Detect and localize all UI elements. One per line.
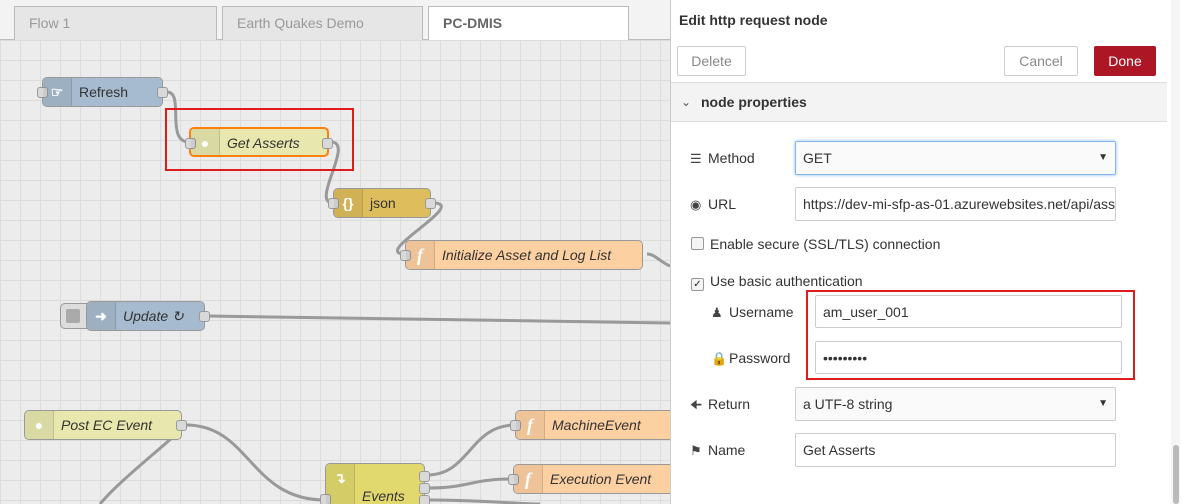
node-update[interactable]: ➜ Update ↻ [86,301,210,331]
wire-events-down [426,498,541,504]
wire-update-out [207,314,670,325]
wire-events-execution [426,477,514,490]
node-output-port[interactable] [419,471,430,482]
node-label: json [370,195,396,211]
node-refresh[interactable]: ☞ Refresh [37,77,168,107]
node-label: Post EC Event [61,417,153,433]
caret-down-icon: ▼ [1098,398,1108,409]
return-label: 🠈 Return [690,396,750,418]
switch-icon: ↴ [326,464,355,504]
globe-icon: ◉ [690,197,702,212]
node-label: Events [362,488,405,504]
name-label: ⚑ Name [690,442,746,458]
arrow-left-icon: 🠈 [690,397,703,412]
node-output-port[interactable] [176,420,187,431]
user-icon: ♟ [711,305,723,320]
node-events[interactable]: ↴ Events [320,463,430,504]
tag-icon: ⚑ [690,443,702,458]
section-title: node properties [701,94,807,110]
trigger-square-icon [66,309,80,323]
url-input[interactable]: https://dev-mi-sfp-as-01.azurewebsites.n… [795,187,1116,221]
node-json[interactable]: {} json [328,188,436,218]
node-label: Update ↻ [123,308,184,324]
node-label: MachineEvent [552,417,641,433]
annotation-highlight-box [165,108,354,171]
node-post-ec-event[interactable]: ● Post EC Event [24,410,187,440]
username-label: ♟ Username [711,304,794,320]
node-output-port[interactable] [157,87,168,98]
wire-post-events [185,423,326,502]
tab-pc-dmis[interactable]: PC-DMIS [428,6,629,41]
arrow-right-icon: ➜ [87,302,116,330]
tab-earth-quakes-demo[interactable]: Earth Quakes Demo [222,6,423,40]
tls-checkbox[interactable] [691,237,704,250]
method-label: ☰ Method [690,150,755,166]
chevron-down-icon: ⌄ [681,95,692,109]
wire-init-out [646,252,670,268]
panel-scrollbar[interactable] [1171,0,1180,504]
wire-events-machine [426,423,516,477]
edit-node-panel: Edit http request node Delete Cancel Don… [670,0,1182,504]
node-output-port[interactable] [419,483,430,494]
password-label: 🔒 Password [711,350,791,366]
globe-icon: ● [25,411,54,439]
lock-icon: 🔒 [711,351,728,366]
annotation-highlight-box [806,290,1135,380]
method-select[interactable]: GET ▼ [795,141,1116,175]
node-label: Initialize Asset and Log List [442,247,612,263]
panel-scrollbar-thumb[interactable] [1173,445,1179,504]
node-execution-event[interactable]: f Execution Event [508,464,670,494]
done-button[interactable]: Done [1094,46,1156,76]
hand-pointer-icon: ☞ [43,78,72,106]
return-select[interactable]: a UTF-8 string ▼ [795,387,1116,421]
list-icon: ☰ [690,151,702,166]
node-label: Refresh [79,84,129,100]
function-icon: f [516,411,545,439]
workspace-tab-bar: Flow 1 Earth Quakes Demo PC-DMIS [0,0,670,41]
basic-auth-checkbox-row[interactable]: ✓ Use basic authentication [691,273,863,291]
tab-flow-1[interactable]: Flow 1 [14,6,217,40]
node-properties-section[interactable]: ⌄ node properties [671,82,1167,122]
function-icon: f [514,465,543,493]
node-initialize-asset-log[interactable]: f Initialize Asset and Log List [400,240,643,270]
function-icon: f [406,241,435,269]
flow-canvas[interactable]: ☞ Refresh ● Get Asserts {} json f Initia… [0,40,670,504]
delete-button[interactable]: Delete [677,46,746,76]
node-label: Execution Event [550,471,652,487]
node-machine-event[interactable]: f MachineEvent [510,410,670,440]
url-label: ◉ URL [690,196,737,212]
tls-checkbox-row[interactable]: Enable secure (SSL/TLS) connection [691,236,940,252]
node-output-port[interactable] [419,495,430,504]
name-input[interactable]: Get Asserts [795,433,1116,467]
cancel-button[interactable]: Cancel [1004,46,1078,76]
node-output-port[interactable] [425,198,436,209]
basic-auth-checkbox[interactable]: ✓ [691,278,704,291]
braces-icon: {} [334,189,363,217]
panel-title: Edit http request node [679,12,828,28]
caret-down-icon: ▼ [1098,152,1108,163]
node-output-port[interactable] [199,311,210,322]
